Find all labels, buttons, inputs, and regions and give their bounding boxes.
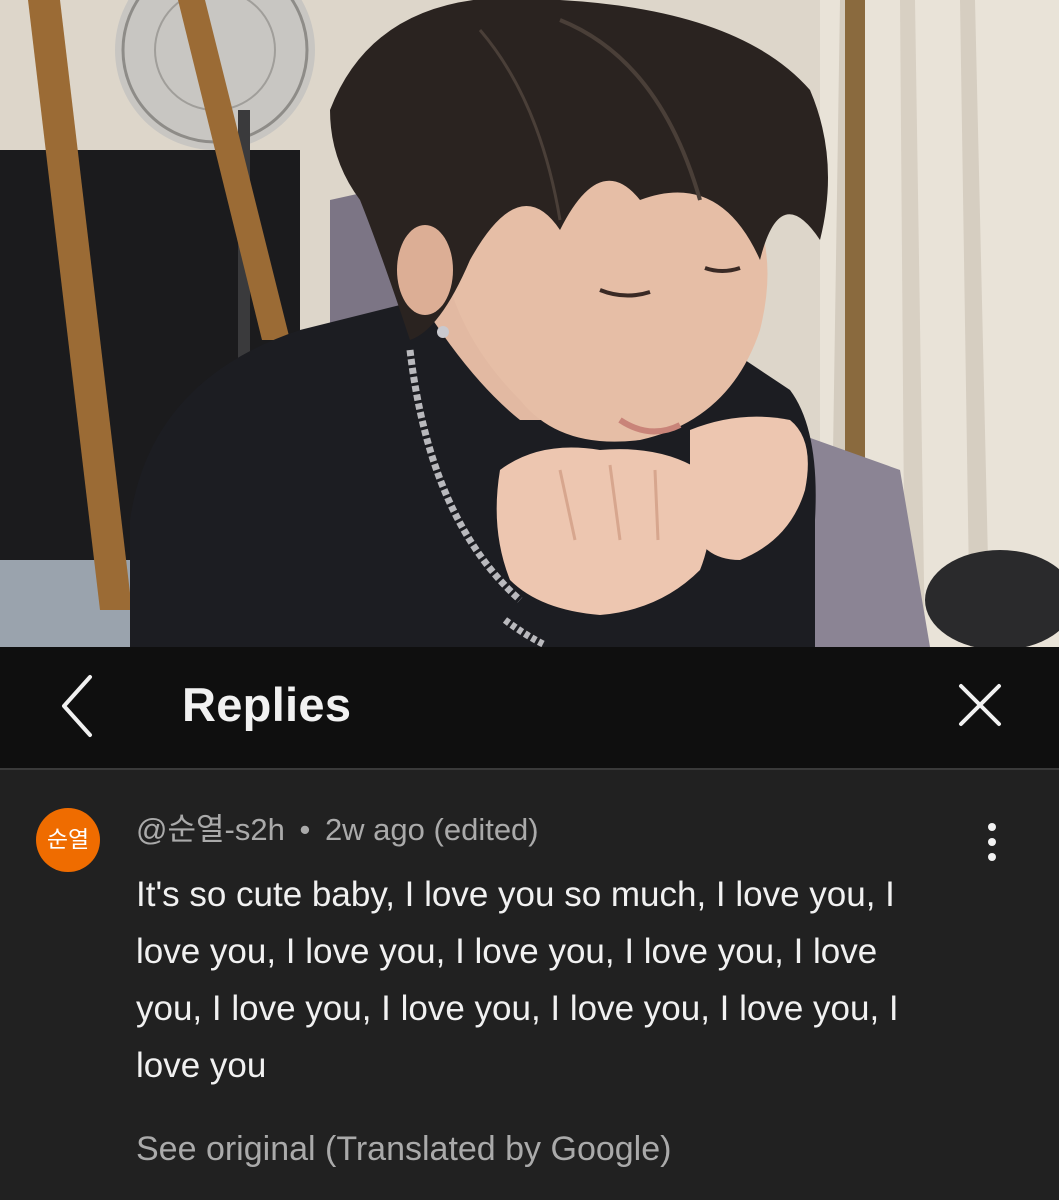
see-original-link[interactable]: See original (Translated by Google) bbox=[136, 1127, 671, 1171]
comment-time: 2w ago (edited) bbox=[324, 812, 539, 847]
comment-text: It's so cute baby, I love you so much, I… bbox=[136, 875, 899, 1085]
replies-header: Replies bbox=[0, 647, 1059, 770]
replies-screen: Replies 순열 @순열-s2h • 2w ago (edited) It'… bbox=[0, 0, 1059, 1200]
comment-author[interactable]: @순열-s2h bbox=[136, 812, 285, 847]
back-button[interactable] bbox=[48, 671, 108, 741]
header-title: Replies bbox=[182, 678, 352, 731]
close-button[interactable] bbox=[950, 675, 1010, 735]
avatar[interactable]: 순열 bbox=[36, 808, 100, 872]
chevron-left-icon bbox=[62, 675, 92, 737]
video-player[interactable] bbox=[0, 0, 1059, 647]
comment-item: 순열 @순열-s2h • 2w ago (edited) It's so cut… bbox=[0, 770, 1059, 1200]
more-actions-button[interactable] bbox=[972, 820, 1012, 864]
more-vertical-icon bbox=[988, 823, 996, 861]
meta-separator: • bbox=[299, 812, 311, 847]
close-icon bbox=[959, 684, 1001, 726]
comment-meta: @순열-s2h • 2w ago (edited) bbox=[136, 810, 539, 850]
video-frame-image bbox=[0, 0, 1059, 647]
